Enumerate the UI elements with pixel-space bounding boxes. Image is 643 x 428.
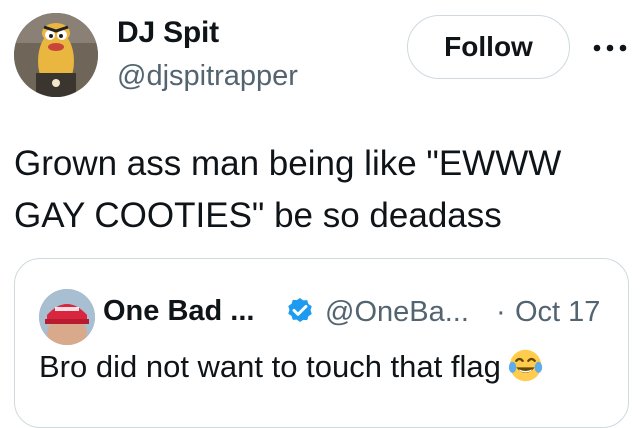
avatar[interactable] [14, 13, 98, 97]
cartoon-character-avatar-icon [14, 13, 98, 97]
quoted-author-handle[interactable]: @OneBa... [325, 296, 469, 329]
quoted-tweet-card[interactable]: One Bad ... @OneBa... · Oct 17 Bro did n… [14, 258, 629, 428]
quoted-tweet-text: Bro did not want to touch that flag [39, 349, 544, 385]
author-handle[interactable]: @djspitrapper [117, 60, 298, 93]
quoted-author-display-name[interactable]: One Bad ... [103, 295, 254, 328]
more-horizontal-icon[interactable] [593, 44, 627, 52]
quoted-tweet-text-content: Bro did not want to touch that flag [39, 349, 501, 384]
author-display-name[interactable]: DJ Spit [117, 16, 219, 50]
separator-dot: · [496, 296, 506, 328]
tweet-text: Grown ass man being like "EWWW GAY COOTI… [14, 144, 562, 235]
quoted-author-avatar[interactable] [39, 289, 95, 345]
face-with-tears-of-joy-icon [508, 350, 543, 382]
quoted-tweet-date[interactable]: Oct 17 [515, 296, 600, 329]
follow-button[interactable]: Follow [407, 15, 570, 79]
verified-badge-icon [288, 298, 312, 322]
red-cap-avatar-icon [39, 289, 95, 345]
